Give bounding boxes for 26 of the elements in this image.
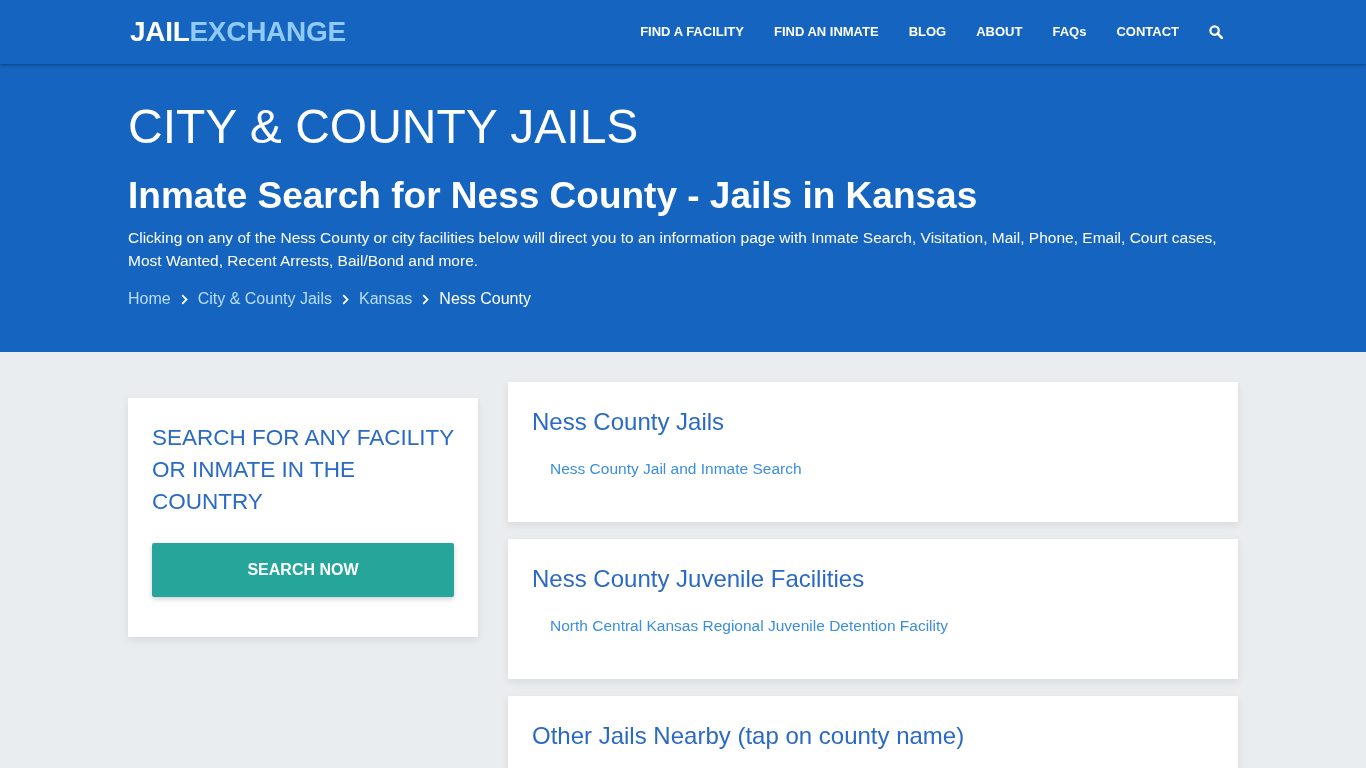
chevron-icon xyxy=(341,293,349,305)
breadcrumb-link[interactable]: City & County Jails xyxy=(197,288,332,310)
nav-link[interactable]: ABOUT xyxy=(976,23,1023,41)
chevron-icon xyxy=(422,293,430,305)
nav-link[interactable]: FAQs xyxy=(1052,23,1087,41)
promo-heading: SEARCH FOR ANY FACILITY OR INMATE IN THE COUNTRY xyxy=(152,424,454,516)
nav-link[interactable]: FIND AN INMATE xyxy=(773,23,879,41)
breadcrumb-link[interactable]: Home xyxy=(128,288,171,310)
nav-link[interactable]: CONTACT xyxy=(1116,23,1179,41)
page-subtitle: Inmate Search for Ness County - Jails in Kansas xyxy=(128,174,979,218)
facility-link[interactable]: Ness County Jail and Inmate Search xyxy=(550,458,802,480)
nav-link[interactable]: BLOG xyxy=(908,23,947,41)
section-heading: Ness County Juvenile Facilities xyxy=(532,564,866,593)
intro-paragraph: Clicking on any of the Ness County or city facilities below will direct you to an information page with Inmate Search, Visitation, Mail, Phone, Email, Court cases, Most Wanted, Recent Arrests, Bail/Bond and more. xyxy=(128,228,1218,271)
search-icon xyxy=(1209,25,1223,39)
section-heading: Ness County Jails xyxy=(532,407,726,436)
chevron-icon xyxy=(180,293,188,305)
page-title: CITY & COUNTY JAILS xyxy=(128,99,640,155)
facility-link[interactable]: North Central Kansas Regional Juvenile Detention Facility xyxy=(550,615,949,637)
site-logo[interactable]: JAILEXCHANGE xyxy=(130,15,346,49)
nav-link[interactable]: FIND A FACILITY xyxy=(640,23,744,41)
search-button[interactable] xyxy=(1209,25,1223,39)
breadcrumb-link[interactable]: Kansas xyxy=(358,288,413,310)
search-now-button[interactable]: SEARCH NOW xyxy=(152,543,454,597)
breadcrumb-link[interactable]: Ness County xyxy=(439,288,531,310)
section-heading: Other Jails Nearby (tap on county name) xyxy=(532,721,966,750)
